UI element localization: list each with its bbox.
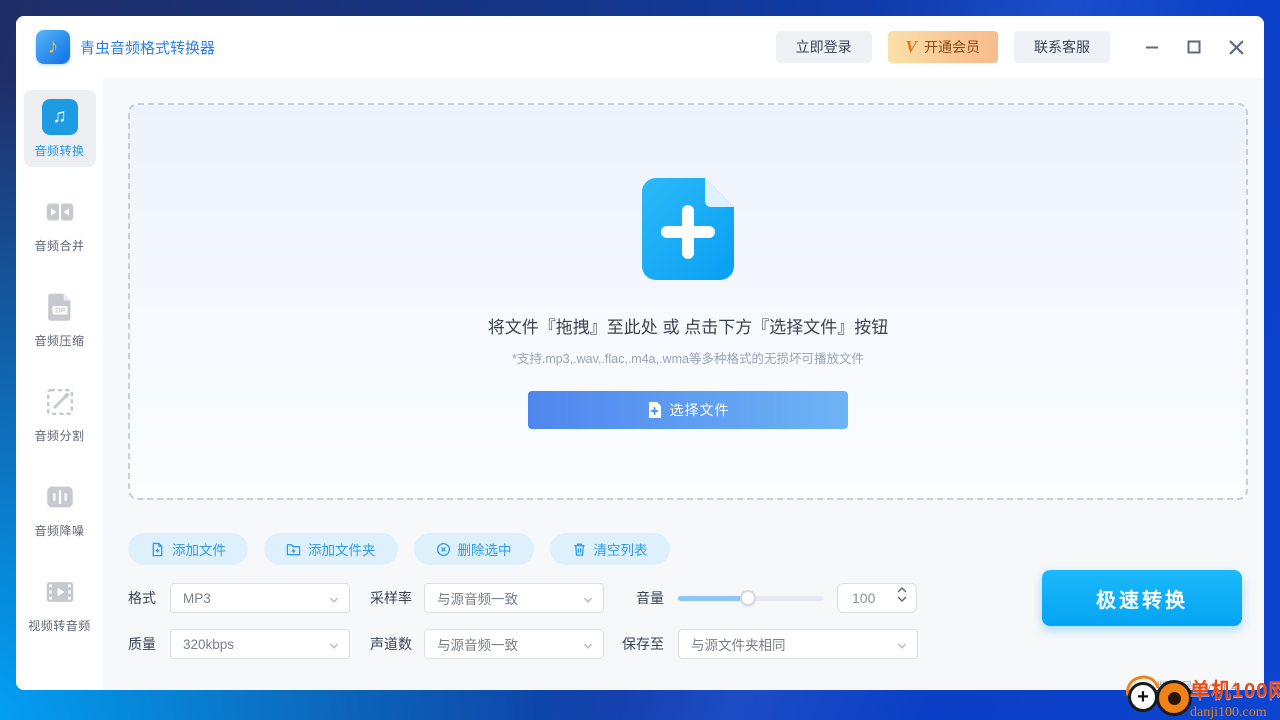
app-logo-music-note-icon: ♪ xyxy=(36,30,70,64)
minimize-icon[interactable] xyxy=(1144,39,1160,55)
volume-label: 音量 xyxy=(604,588,678,608)
desktop-background: ♪ 青虫音频格式转换器 立即登录 V 开通会员 联系客服 xyxy=(0,0,1280,720)
close-icon[interactable] xyxy=(1228,39,1244,55)
channels-label: 声道数 xyxy=(350,634,424,654)
add-folder-button[interactable]: 添加文件夹 xyxy=(264,533,398,565)
file-plus-icon xyxy=(150,542,165,557)
folder-plus-icon xyxy=(286,542,301,557)
sidebar-item-audio-split[interactable]: 音频分割 xyxy=(24,375,96,452)
sidebar-item-label: 音频分割 xyxy=(24,427,96,444)
watermark-domain: danji100.com xyxy=(1190,705,1280,720)
dropzone-headline: 将文件『拖拽』至此处 或 点击下方『选择文件』按钮 xyxy=(488,313,888,338)
window-controls xyxy=(1144,39,1244,55)
add-folder-label: 添加文件夹 xyxy=(308,539,376,559)
app-title: 青虫音频格式转换器 xyxy=(80,37,215,58)
watermark-plus-circle-icon: + xyxy=(1128,682,1158,712)
slider-fill xyxy=(678,596,748,601)
dropzone-subline: *支持.mp3,.wav,.flac,.m4a,.wma等多种格式的无损坏可播放… xyxy=(512,348,864,367)
delete-selected-button[interactable]: 删除选中 xyxy=(414,533,534,565)
watermark-donut-icon xyxy=(1156,680,1192,716)
login-button[interactable]: 立即登录 xyxy=(776,31,872,63)
format-label: 格式 xyxy=(128,588,170,608)
chevron-up-icon[interactable] xyxy=(897,587,907,593)
volume-value: 100 xyxy=(852,590,875,606)
file-drop-zone[interactable]: 将文件『拖拽』至此处 或 点击下方『选择文件』按钮 *支持.mp3,.wav,.… xyxy=(128,103,1248,500)
site-watermark: + 单机100网 danji100.com xyxy=(1126,674,1280,720)
add-file-icon xyxy=(642,178,734,285)
slider-thumb[interactable] xyxy=(740,590,756,606)
sidebar-item-label: 音频转换 xyxy=(24,142,96,159)
fast-convert-button[interactable]: 极速转换 xyxy=(1042,570,1242,626)
music-note-icon: ♫ xyxy=(42,99,78,135)
format-value: MP3 xyxy=(183,591,211,606)
sample-rate-value: 与源音频一致 xyxy=(437,588,518,608)
sidebar-item-audio-compress[interactable]: ZIP 音频压缩 xyxy=(24,280,96,357)
sample-rate-label: 采样率 xyxy=(350,588,424,608)
vip-button-label: 开通会员 xyxy=(924,37,980,57)
clear-list-label: 清空列表 xyxy=(594,539,648,559)
delete-selected-label: 删除选中 xyxy=(458,539,512,559)
app-window: ♪ 青虫音频格式转换器 立即登录 V 开通会员 联系客服 xyxy=(16,16,1264,690)
settings-row-1: 格式 MP3 采样率 与源音频一致 音量 xyxy=(128,583,917,613)
circle-x-icon xyxy=(436,542,451,557)
denoise-icon xyxy=(42,479,78,515)
sidebar-item-label: 音频合并 xyxy=(24,237,96,254)
quality-label: 质量 xyxy=(128,634,170,654)
sidebar-item-audio-merge[interactable]: 音频合并 xyxy=(24,185,96,262)
volume-stepper[interactable]: 100 xyxy=(837,583,917,613)
add-file-button[interactable]: 添加文件 xyxy=(128,533,248,565)
sidebar-item-label: 音频压缩 xyxy=(24,332,96,349)
split-icon xyxy=(42,384,78,420)
sidebar: ♫ 音频转换 xyxy=(16,78,103,690)
quality-value: 320kbps xyxy=(183,637,234,652)
chevron-down-icon[interactable] xyxy=(897,596,907,602)
channels-value: 与源音频一致 xyxy=(437,634,518,654)
trash-icon xyxy=(572,542,587,557)
save-to-label: 保存至 xyxy=(604,634,678,654)
file-toolbar: 添加文件 添加文件夹 删除选中 清空列表 xyxy=(128,533,670,565)
merge-icon xyxy=(42,194,78,230)
clear-list-button[interactable]: 清空列表 xyxy=(550,533,670,565)
vip-v-icon: V xyxy=(906,37,917,57)
chevron-down-icon xyxy=(328,639,340,657)
title-bar: ♪ 青虫音频格式转换器 立即登录 V 开通会员 联系客服 xyxy=(16,16,1264,78)
select-files-button[interactable]: 选择文件 xyxy=(528,391,848,429)
sample-rate-select[interactable]: 与源音频一致 xyxy=(424,583,604,613)
channels-select[interactable]: 与源音频一致 xyxy=(424,629,604,659)
vip-button[interactable]: V 开通会员 xyxy=(888,31,998,63)
quality-select[interactable]: 320kbps xyxy=(170,629,350,659)
maximize-icon[interactable] xyxy=(1186,39,1202,55)
video-film-icon xyxy=(42,574,78,610)
file-plus-icon xyxy=(647,402,662,418)
zip-file-icon: ZIP xyxy=(42,289,78,325)
sidebar-item-audio-convert[interactable]: ♫ 音频转换 xyxy=(24,90,96,167)
chevron-down-icon xyxy=(582,639,594,657)
sidebar-item-label: 音频降噪 xyxy=(24,522,96,539)
format-select[interactable]: MP3 xyxy=(170,583,350,613)
save-to-select[interactable]: 与源文件夹相同 xyxy=(678,629,918,659)
select-files-label: 选择文件 xyxy=(670,400,730,420)
settings-row-2: 质量 320kbps 声道数 与源音频一致 保存至 与源文件夹相同 xyxy=(128,629,918,659)
chevron-down-icon xyxy=(582,593,594,611)
chevron-down-icon xyxy=(328,593,340,611)
chevron-down-icon xyxy=(896,639,908,657)
sidebar-item-audio-denoise[interactable]: 音频降噪 xyxy=(24,470,96,547)
contact-support-button[interactable]: 联系客服 xyxy=(1014,31,1110,63)
watermark-site-name: 单机100网 xyxy=(1190,674,1280,703)
save-to-value: 与源文件夹相同 xyxy=(691,634,786,654)
sidebar-item-video-to-audio[interactable]: 视频转音频 xyxy=(24,565,96,642)
main-panel: 将文件『拖拽』至此处 或 点击下方『选择文件』按钮 *支持.mp3,.wav,.… xyxy=(103,78,1264,690)
add-file-label: 添加文件 xyxy=(172,539,226,559)
volume-slider[interactable] xyxy=(678,583,824,613)
sidebar-item-label: 视频转音频 xyxy=(24,617,96,634)
svg-text:ZIP: ZIP xyxy=(54,308,65,315)
